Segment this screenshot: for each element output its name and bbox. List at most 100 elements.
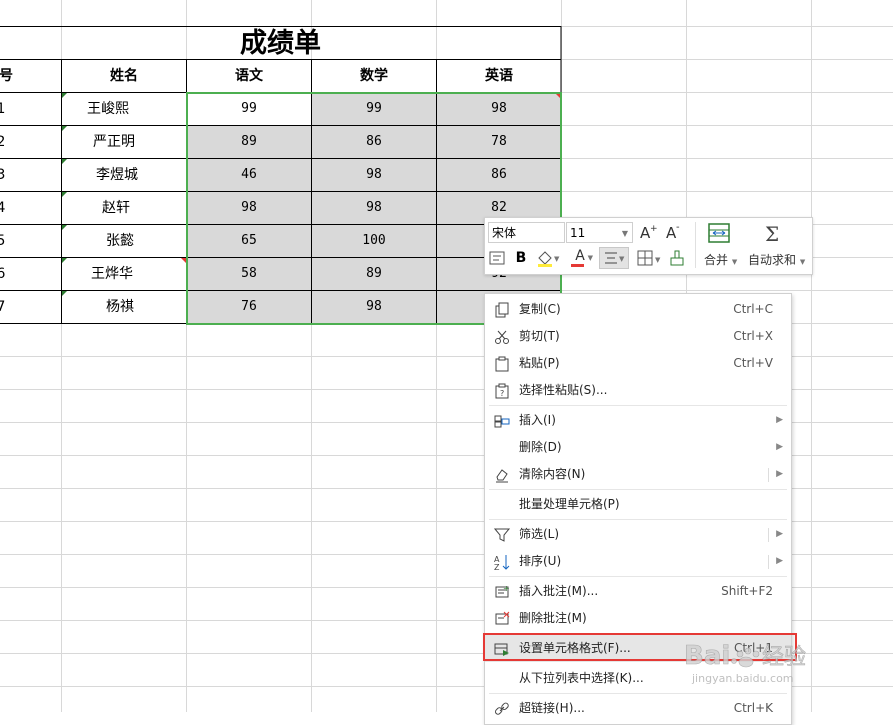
menu-item-shortcut: Shift+F2 — [721, 584, 773, 598]
baidu-watermark: Bai 经验 jingyan.baidu.com — [684, 634, 844, 694]
menu-item-label: 粘贴(P) — [519, 356, 560, 370]
table-row-name[interactable]: 李煜城 — [62, 159, 172, 191]
font-color-label: A — [575, 248, 585, 264]
menu-item-label: 超链接(H)... — [519, 701, 585, 715]
table-row-math[interactable]: 98 — [312, 159, 436, 191]
menu-item-paste-special[interactable]: ? 选择性粘贴(S)... — [485, 377, 791, 404]
align-button[interactable]: ▼ — [599, 247, 629, 269]
align-center-icon: ▼ — [605, 252, 625, 264]
table-row-id[interactable]: 6 — [0, 258, 8, 290]
table-row-id[interactable]: 1 — [0, 93, 8, 125]
table-row-name[interactable]: 张懿 — [62, 225, 178, 257]
submenu-arrow-icon: ▶ — [776, 415, 783, 425]
table-row-math[interactable]: 100 — [312, 225, 436, 257]
table-row-id[interactable]: 4 — [0, 192, 8, 224]
wrap-text-button[interactable] — [487, 248, 507, 268]
table-row-chinese[interactable]: 76 — [187, 291, 311, 323]
menu-item-delete[interactable]: 删除(D) ▶ — [485, 434, 791, 461]
delete-comment-icon — [495, 611, 510, 625]
table-row-math[interactable]: 99 — [312, 93, 436, 125]
font-color-button[interactable]: A ▼ — [567, 248, 593, 268]
table-row-name[interactable]: 赵轩 — [62, 192, 170, 224]
autosum-button[interactable]: Σ — [761, 221, 785, 245]
table-row-math[interactable]: 86 — [312, 126, 436, 158]
menu-item-label: 删除批注(M) — [519, 611, 587, 625]
table-row-id[interactable]: 7 — [0, 291, 8, 323]
table-row-chinese[interactable]: 99 — [187, 93, 311, 125]
table-row-name[interactable]: 王峻熙 — [62, 93, 154, 125]
font-color-swatch — [571, 264, 584, 267]
border-button[interactable]: ▼ — [635, 248, 663, 268]
table-row-chinese[interactable]: 46 — [187, 159, 311, 191]
header-english[interactable]: 英语 — [437, 60, 561, 92]
hyperlink-icon — [495, 702, 509, 715]
eraser-icon — [496, 469, 508, 483]
table-row-name[interactable]: 杨祺 — [62, 291, 178, 323]
table-row-math[interactable]: 98 — [312, 192, 436, 224]
menu-item-cut[interactable]: 剪切(T) Ctrl+X — [485, 323, 791, 350]
cell-marker — [62, 291, 67, 296]
menu-item-paste[interactable]: 粘贴(P) Ctrl+V — [485, 350, 791, 377]
font-decrease-icon: A- — [666, 222, 680, 242]
header-id[interactable]: 号 — [0, 60, 16, 92]
wrap-text-icon — [489, 251, 505, 265]
menu-separator — [489, 519, 787, 520]
font-size-select[interactable]: 11 ▼ — [566, 222, 633, 243]
merge-button[interactable] — [706, 221, 732, 245]
decrease-font-button[interactable]: A- — [663, 221, 685, 243]
format-painter-button[interactable] — [667, 248, 687, 268]
submenu-arrow-icon: ▶ — [776, 469, 783, 479]
header-name[interactable]: 姓名 — [62, 60, 186, 92]
comment-indicator — [181, 258, 186, 263]
cell-marker — [62, 93, 67, 98]
table-row-id[interactable]: 2 — [0, 126, 8, 158]
svg-text:-: - — [676, 222, 680, 233]
fill-color-button[interactable]: ▼ — [535, 248, 561, 268]
menu-item-filter[interactable]: 筛选(L) ▶ — [485, 521, 791, 548]
font-name-select[interactable]: 宋体 — [488, 222, 565, 243]
table-row-id[interactable]: 5 — [0, 225, 8, 257]
table-row-chinese[interactable]: 89 — [187, 126, 311, 158]
table-row-chinese[interactable]: 98 — [187, 192, 311, 224]
watermark-url: jingyan.baidu.com — [692, 672, 794, 685]
table-row-id[interactable]: 3 — [0, 159, 8, 191]
menu-item-insert-comment[interactable]: + 插入批注(M)... Shift+F2 — [485, 578, 791, 605]
menu-item-batch-process[interactable]: 批量处理单元格(P) — [485, 491, 791, 518]
table-row-math[interactable]: 89 — [312, 258, 436, 290]
submenu-arrow-icon: ▶ — [776, 556, 783, 566]
chevron-down-icon: ▼ — [587, 254, 593, 262]
increase-font-button[interactable]: A + — [637, 221, 659, 243]
header-chinese[interactable]: 语文 — [187, 60, 311, 92]
svg-text:+: + — [503, 584, 510, 593]
sheet-title[interactable]: 成绩单 — [0, 27, 561, 59]
header-math[interactable]: 数学 — [312, 60, 436, 92]
border-grid-icon: ▼ — [637, 250, 661, 266]
menu-separator — [489, 489, 787, 490]
table-row-english[interactable]: 98 — [437, 93, 561, 125]
table-row-english[interactable]: 78 — [437, 126, 561, 158]
menu-item-label: 选择性粘贴(S)... — [519, 383, 608, 397]
menu-item-insert[interactable]: 插入(I) ▶ — [485, 407, 791, 434]
svg-text:Bai: Bai — [684, 641, 730, 671]
bold-button[interactable]: B — [511, 248, 531, 268]
menu-item-sort[interactable]: AZ 排序(U) ▶ — [485, 548, 791, 575]
paste-special-icon: ? — [495, 383, 509, 399]
table-row-math[interactable]: 98 — [312, 291, 436, 323]
insert-comment-icon: + — [495, 584, 510, 598]
menu-item-hyperlink[interactable]: 超链接(H)... Ctrl+K — [485, 695, 791, 722]
menu-item-delete-comment[interactable]: 删除批注(M) — [485, 605, 791, 632]
svg-text:Σ: Σ — [765, 222, 779, 244]
table-row-chinese[interactable]: 58 — [187, 258, 311, 290]
font-increase-icon: A + — [640, 224, 658, 242]
table-row-english[interactable]: 86 — [437, 159, 561, 191]
menu-item-label: 清除内容(N) — [519, 467, 586, 481]
menu-item-clear-contents[interactable]: 清除内容(N) ▶ — [485, 461, 791, 488]
menu-separator — [489, 576, 787, 577]
svg-text:▼: ▼ — [619, 255, 625, 263]
table-row-name[interactable]: 王烨华 — [62, 258, 162, 290]
cell-marker — [62, 126, 67, 131]
menu-item-copy[interactable]: 复制(C) Ctrl+C — [485, 296, 791, 323]
menu-item-shortcut: Ctrl+V — [733, 356, 773, 370]
table-row-chinese[interactable]: 65 — [187, 225, 311, 257]
table-row-name[interactable]: 严正明 — [62, 126, 166, 158]
